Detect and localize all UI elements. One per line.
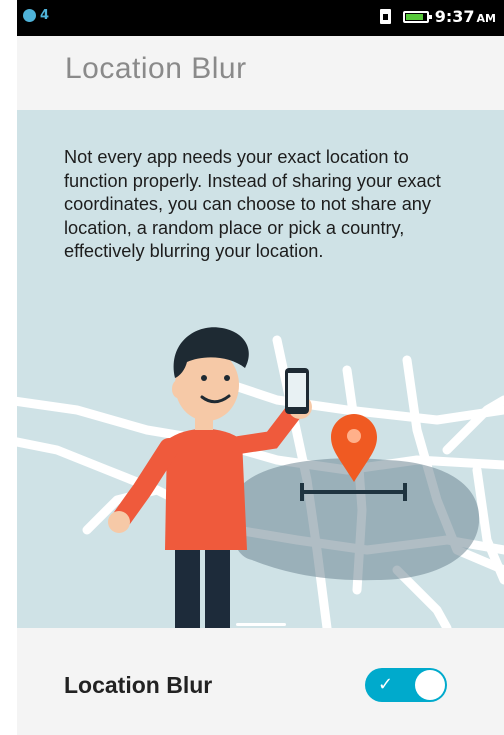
sim-icon (379, 9, 391, 24)
phone-screen: 4 9:37 AM Location Blur Not every app ne… (17, 0, 504, 735)
setting-label: Location Blur (64, 672, 213, 698)
status-icons: 9:37 AM (379, 7, 496, 26)
clock-time: 9:37 (434, 7, 475, 26)
notification-icon (23, 9, 36, 22)
page-title: Location Blur (65, 52, 247, 85)
battery-icon (402, 10, 432, 23)
header: Location Blur (17, 36, 504, 110)
notification-indicator[interactable]: 4 (23, 8, 49, 23)
page-indicator (236, 623, 286, 626)
clock: 9:37 AM (435, 7, 496, 26)
notification-count: 4 (40, 8, 50, 23)
status-bar: 4 9:37 AM (17, 0, 504, 36)
location-blur-toggle[interactable]: ✓ (365, 668, 447, 702)
intro-description: Not every app needs your exact location … (64, 147, 441, 262)
checkmark-icon: ✓ (378, 674, 394, 695)
setting-row-location-blur[interactable]: Location Blur ✓ (17, 628, 504, 735)
page: 4 9:37 AM Location Blur Not every app ne… (0, 0, 504, 735)
toggle-knob (415, 670, 445, 700)
clock-ampm: AM (476, 12, 496, 25)
intro-illustration: Not every app needs your exact location … (17, 110, 504, 628)
